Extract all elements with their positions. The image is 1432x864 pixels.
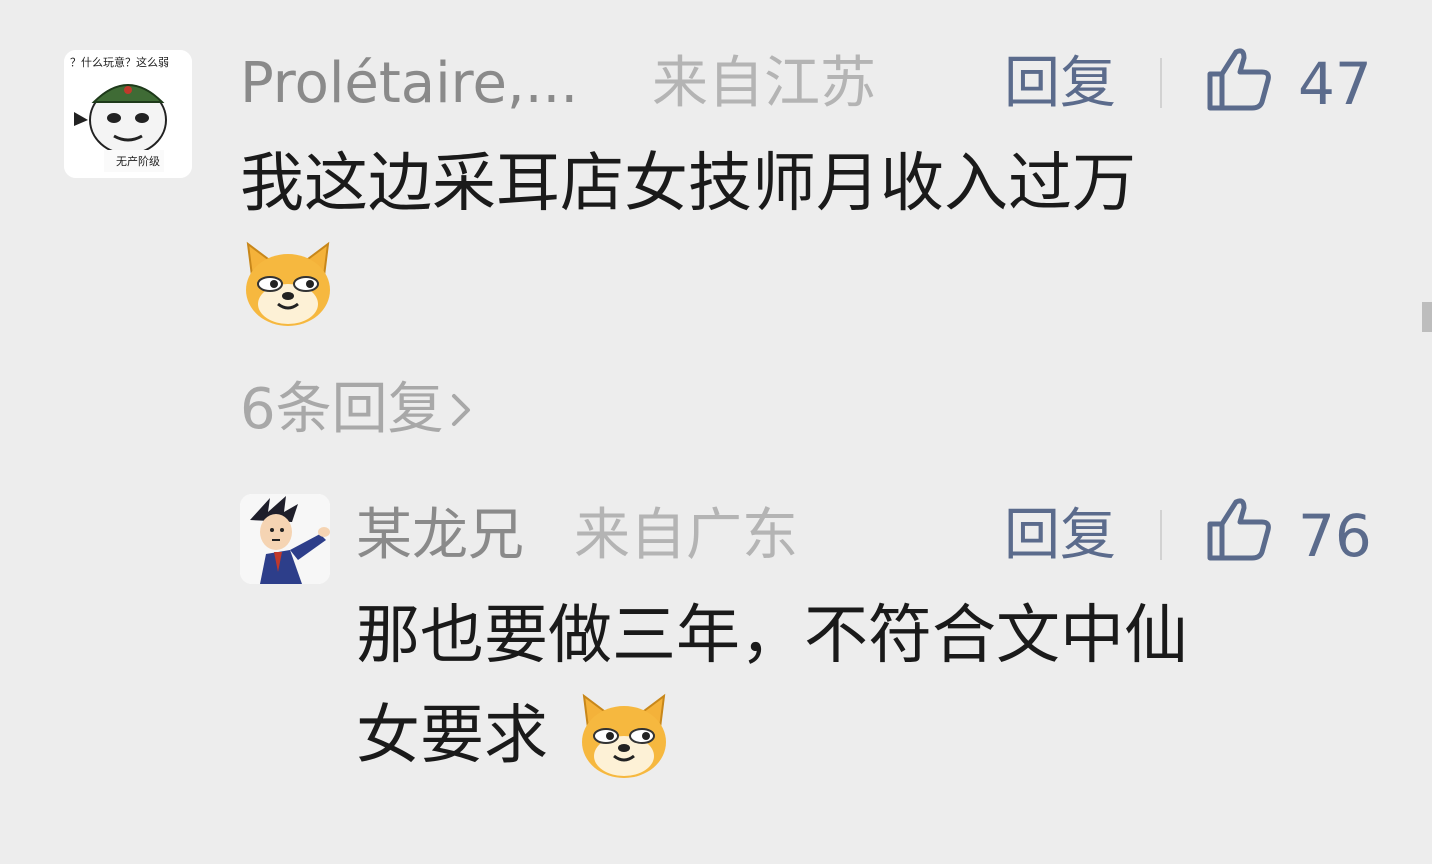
comment-text-line2: 女要求 bbox=[356, 699, 548, 773]
reply-button[interactable]: 回复 bbox=[1004, 508, 1116, 564]
reply-button[interactable]: 回复 bbox=[1004, 56, 1116, 112]
comment-text: 我这边采耳店女技师月收入过万 bbox=[240, 147, 1136, 221]
avatar[interactable]: ？什么玩意？这么弱 无产阶级 bbox=[64, 50, 192, 178]
comment-text: 那也要做三年，不符合文中仙 bbox=[356, 599, 1188, 673]
like-button[interactable] bbox=[1204, 494, 1274, 564]
divider bbox=[1160, 510, 1162, 560]
scrollbar[interactable] bbox=[1422, 302, 1432, 332]
username[interactable]: 某龙兄 bbox=[356, 508, 524, 564]
avatar-caption-top: ？什么玩意？这么弱 bbox=[70, 55, 169, 69]
doge-emoji-icon bbox=[578, 692, 670, 782]
thumbs-up-icon bbox=[1207, 48, 1271, 111]
region-label: 来自江苏 bbox=[652, 51, 876, 116]
avatar[interactable] bbox=[240, 494, 330, 584]
divider bbox=[1160, 58, 1162, 108]
like-count: 47 bbox=[1298, 50, 1372, 118]
chevron-right-icon bbox=[451, 394, 470, 426]
like-button[interactable] bbox=[1204, 44, 1274, 114]
doge-emoji-icon bbox=[242, 240, 334, 330]
anime-avatar-image bbox=[240, 494, 330, 584]
region-label: 来自广东 bbox=[574, 503, 798, 568]
more-replies-label: 6条回复 bbox=[240, 377, 444, 442]
like-count: 76 bbox=[1298, 502, 1372, 570]
avatar-caption-bottom: 无产阶级 bbox=[116, 154, 160, 168]
username[interactable]: Prolétaire,... bbox=[240, 56, 578, 112]
more-replies-link[interactable]: 6条回复 bbox=[240, 382, 476, 438]
thumbs-up-icon bbox=[1207, 498, 1271, 561]
meme-avatar-image: ？什么玩意？这么弱 无产阶级 bbox=[64, 50, 192, 178]
